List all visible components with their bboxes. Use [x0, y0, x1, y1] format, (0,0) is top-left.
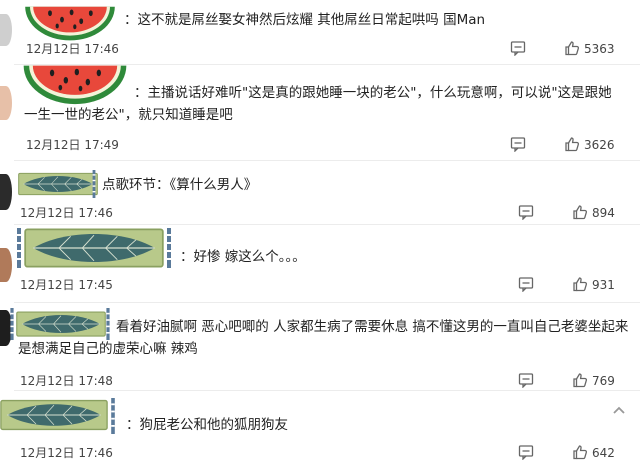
scroll-top-icon[interactable] [608, 400, 630, 422]
comment-icon[interactable] [518, 204, 534, 220]
knot-icon [14, 226, 24, 270]
divider [14, 160, 640, 161]
knot-icon [90, 170, 98, 198]
comment-icon[interactable] [518, 372, 534, 388]
comment-icon[interactable] [518, 444, 534, 460]
comment-date: 12月12日 17:49 [26, 138, 119, 152]
comment-icon[interactable] [510, 40, 526, 56]
like-count: 769 [592, 374, 615, 388]
like-count: 931 [592, 278, 615, 292]
comment-text: ：好惨 嫁这么个。。。 [180, 249, 306, 265]
thumbs-up-icon[interactable] [572, 372, 588, 388]
leaf-badge-icon [18, 170, 98, 198]
like-count: 894 [592, 206, 615, 220]
comment-icon[interactable] [518, 276, 534, 292]
comment-item: 看着好油腻啊 恶心吧唧的 人家都生病了需要休息 搞不懂这男的一直叫自己老婆坐起来… [0, 306, 640, 390]
knot-icon [8, 308, 16, 340]
leaf-badge-icon [0, 396, 108, 434]
like-count: 642 [592, 446, 615, 460]
thumbs-up-icon[interactable] [572, 276, 588, 292]
divider [14, 302, 640, 303]
comment-item: ：这不就是屌丝娶女神然后炫耀 其他屌丝日常起哄吗 国Man 12月12日 17:… [0, 0, 640, 60]
comment-date: 12月12日 17:46 [20, 446, 113, 460]
comment-item: ：狗屁老公和他的狐朋狗友 12月12日 17:46 642 [0, 392, 640, 468]
like-count: 5363 [584, 42, 615, 56]
knot-icon [164, 226, 174, 270]
thumbs-up-icon[interactable] [564, 40, 580, 56]
comment-text: 点歌环节：《算什么男人》 [102, 177, 258, 193]
thumbs-up-icon[interactable] [572, 204, 588, 220]
like-count: 3626 [584, 138, 615, 152]
avatar[interactable] [0, 14, 12, 46]
comment-item: ：好惨 嫁这么个。。。 12月12日 17:45 931 [0, 224, 640, 296]
comment-icon[interactable] [510, 136, 526, 152]
avatar[interactable] [0, 248, 12, 282]
thumbs-up-icon[interactable] [564, 136, 580, 152]
comment-text: 看着好油腻啊 恶心吧唧的 人家都生病了需要休息 搞不懂这男的一直叫自己老婆坐起来… [18, 319, 629, 357]
comment-item: 点歌环节：《算什么男人》 12月12日 17:46 894 [0, 164, 640, 224]
comment-text: ：主播说话好难听"这是真的跟她睡一块的老公"，什么玩意啊，可以说"这是跟她一生一… [24, 85, 612, 123]
avatar[interactable] [0, 174, 12, 210]
comment-date: 12月12日 17:46 [20, 206, 113, 220]
comment-date: 12月12日 17:48 [20, 374, 113, 388]
avatar[interactable] [0, 86, 12, 120]
comment-text: ：狗屁老公和他的狐朋狗友 [126, 417, 288, 433]
comment-date: 12月12日 17:45 [20, 278, 113, 292]
divider [14, 390, 640, 391]
leaf-badge-icon [24, 224, 164, 272]
thumbs-up-icon[interactable] [572, 444, 588, 460]
comment-date: 12月12日 17:46 [26, 42, 119, 56]
knot-icon [108, 398, 118, 434]
watermelon-badge-icon [22, 2, 118, 42]
comment-item: ：主播说话好难听"这是真的跟她睡一块的老公"，什么玩意啊，可以说"这是跟她一生一… [0, 66, 640, 158]
comment-text: ：这不就是屌丝娶女神然后炫耀 其他屌丝日常起哄吗 国Man [124, 12, 486, 28]
